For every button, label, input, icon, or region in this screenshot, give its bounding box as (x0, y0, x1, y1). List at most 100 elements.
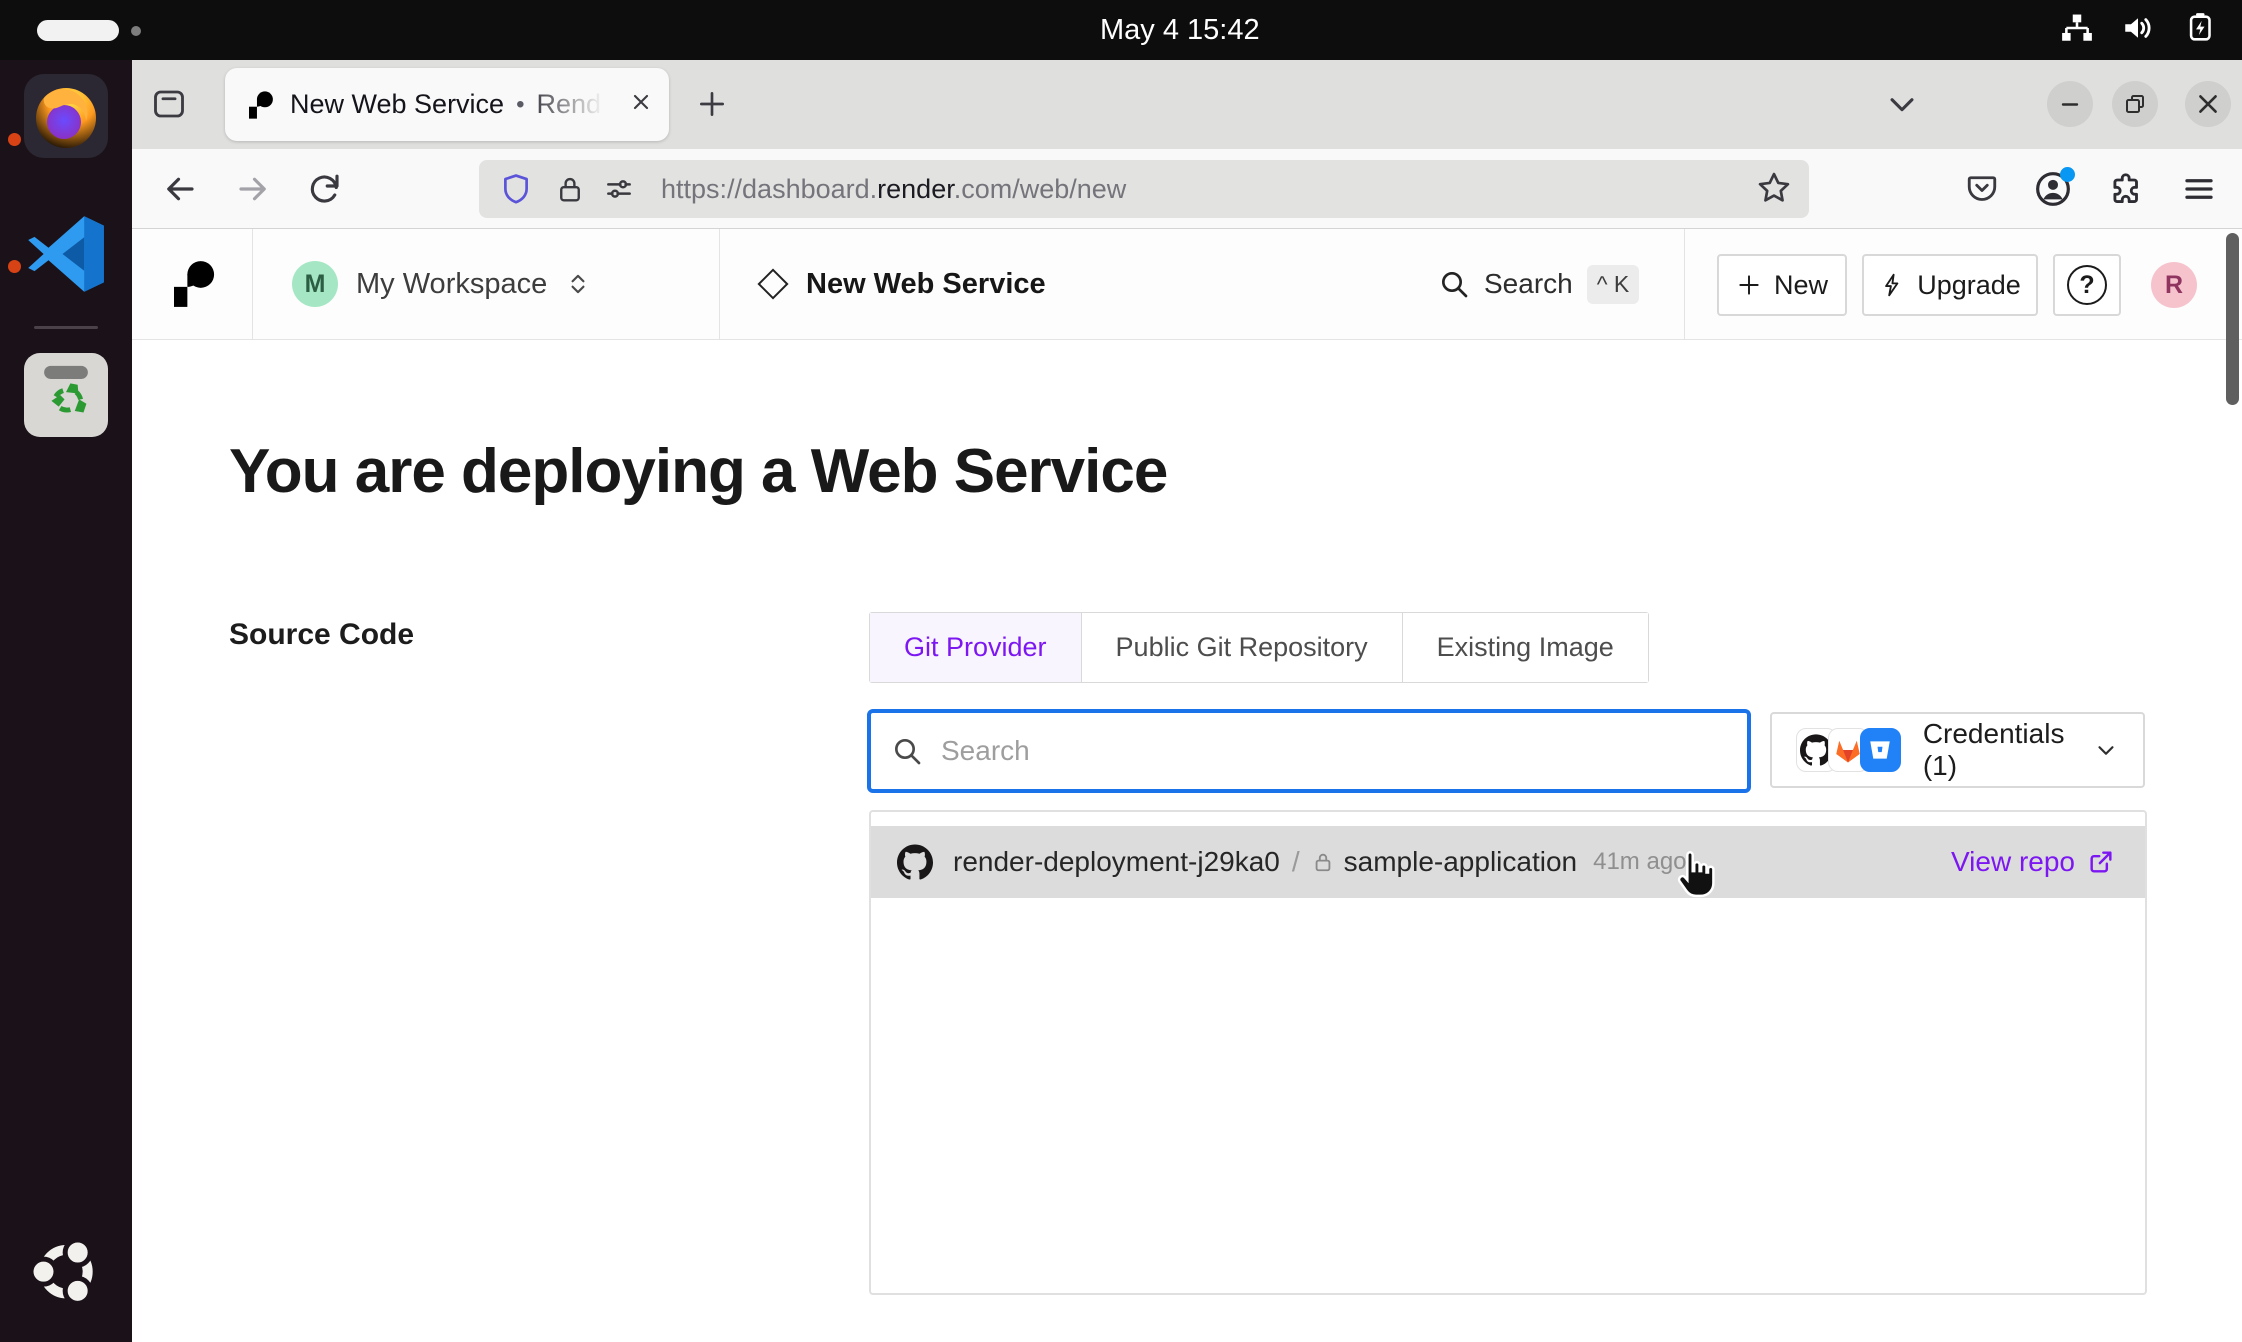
firefox-icon (30, 80, 102, 152)
battery-icon[interactable] (2182, 11, 2220, 50)
reload-button[interactable] (305, 169, 345, 209)
repo-name: sample-application (1344, 846, 1577, 878)
private-lock-icon (1312, 850, 1334, 874)
tab-public-git-repository[interactable]: Public Git Repository (1082, 613, 1403, 682)
search-icon (891, 735, 923, 767)
dock-divider (34, 326, 98, 329)
ubuntu-show-apps[interactable] (26, 1228, 106, 1317)
vscode-dock-item[interactable] (24, 212, 108, 296)
search-shortcut: ^ K (1587, 265, 1640, 304)
repo-search-box[interactable] (867, 709, 1751, 793)
app-header: M My Workspace New Web Service Search ^ … (132, 229, 2242, 340)
bitbucket-icon (1867, 737, 1893, 763)
search-icon (1438, 268, 1470, 300)
tab-git-provider[interactable]: Git Provider (870, 613, 1082, 682)
plus-icon (1736, 272, 1762, 298)
tab-existing-image[interactable]: Existing Image (1403, 613, 1648, 682)
unfold-chevrons-icon (565, 269, 591, 299)
bookmark-star-icon[interactable] (1755, 169, 1793, 212)
page-title-group: New Web Service (762, 229, 1046, 339)
upgrade-button-label: Upgrade (1917, 270, 2021, 301)
window-close-button[interactable] (2185, 81, 2231, 127)
ubuntu-logo-icon (26, 1228, 106, 1312)
new-tab-button[interactable] (692, 84, 732, 124)
tab-title-separator: • (516, 91, 524, 119)
url-text[interactable]: https://dashboard.render.com/web/new (661, 174, 1126, 205)
external-link-icon (2087, 848, 2115, 876)
repo-owner: render-deployment-j29ka0 (953, 846, 1280, 878)
trash-icon (31, 360, 101, 430)
credentials-label: Credentials (1) (1923, 718, 2093, 782)
back-button[interactable] (160, 169, 200, 209)
workspace-dot (131, 26, 141, 36)
header-divider (1684, 229, 1685, 339)
firefox-dock-item[interactable] (24, 74, 108, 158)
menu-hamburger-icon[interactable] (2179, 169, 2219, 209)
help-button[interactable]: ? (2053, 254, 2121, 316)
repo-list-panel: render-deployment-j29ka0 / sample-applic… (869, 810, 2147, 1295)
mouse-cursor-hand (1672, 849, 1718, 904)
vscode-icon (24, 212, 108, 296)
workspace-avatar: M (292, 261, 338, 307)
tab-list-chevron-icon[interactable] (1882, 84, 1922, 124)
repo-row[interactable]: render-deployment-j29ka0 / sample-applic… (871, 826, 2145, 898)
trash-dock-item[interactable] (24, 353, 108, 437)
header-divider (252, 229, 253, 339)
workspace-name: My Workspace (356, 268, 547, 301)
new-button[interactable]: New (1717, 254, 1847, 316)
lock-icon[interactable] (555, 173, 585, 205)
render-favicon (249, 91, 274, 119)
system-clock[interactable]: May 4 15:42 (1100, 0, 1260, 60)
window-minimize-button[interactable] (2047, 81, 2093, 127)
deploy-page: You are deploying a Web Service Source C… (132, 340, 2242, 1342)
header-divider (719, 229, 720, 339)
tab-title-suffix: Rend (536, 89, 612, 120)
browser-tab[interactable]: New Web Service • Rend (225, 68, 669, 141)
url-bar[interactable]: https://dashboard.render.com/web/new (479, 160, 1809, 218)
credentials-dropdown[interactable]: Credentials (1) (1770, 712, 2145, 788)
gitlab-icon (1833, 735, 1863, 765)
workspace-switcher[interactable]: M My Workspace (292, 229, 591, 339)
firefox-running-dot (8, 133, 21, 146)
source-tabs: Git Provider Public Git Repository Exist… (869, 612, 1649, 683)
scrollbar-thumb[interactable] (2226, 233, 2239, 405)
vscode-running-dot (8, 260, 21, 273)
render-logo[interactable] (174, 260, 216, 313)
chevron-down-icon (2093, 736, 2119, 764)
account-notification-dot (2060, 167, 2075, 182)
user-avatar[interactable]: R (2151, 262, 2197, 308)
network-icon[interactable] (2060, 11, 2094, 50)
tab-close-icon[interactable] (629, 90, 653, 119)
browser-toolbar: https://dashboard.render.com/web/new (132, 149, 2242, 229)
repo-search-input[interactable] (941, 735, 1641, 767)
source-code-label: Source Code (229, 618, 414, 652)
permissions-icon[interactable] (603, 173, 635, 205)
bitbucket-credential-badge (1860, 728, 1901, 772)
new-button-label: New (1774, 270, 1828, 301)
repo-separator: / (1292, 846, 1300, 878)
lightning-icon (1879, 271, 1905, 299)
tracking-shield-icon[interactable] (499, 172, 533, 206)
question-mark-icon: ? (2067, 265, 2107, 305)
firefox-view-button[interactable] (149, 84, 189, 124)
pocket-icon[interactable] (1962, 169, 2002, 209)
browser-window: New Web Service • Rend (132, 60, 2242, 1342)
tab-title: New Web Service (290, 89, 504, 120)
page-title: New Web Service (806, 268, 1046, 301)
global-search[interactable]: Search ^ K (1438, 229, 1639, 339)
window-maximize-button[interactable] (2112, 81, 2158, 127)
activities-indicator[interactable] (37, 20, 119, 41)
view-repo-link[interactable]: View repo (1951, 846, 2115, 878)
search-label: Search (1484, 268, 1573, 300)
page-heading: You are deploying a Web Service (229, 436, 1167, 507)
github-icon (897, 844, 933, 880)
upgrade-button[interactable]: Upgrade (1862, 254, 2038, 316)
page-content: M My Workspace New Web Service Search ^ … (132, 229, 2242, 1342)
extensions-icon[interactable] (2106, 169, 2146, 209)
view-repo-label: View repo (1951, 846, 2075, 878)
forward-button[interactable] (233, 169, 273, 209)
volume-icon[interactable] (2120, 10, 2156, 51)
service-diamond-icon (757, 268, 788, 299)
account-icon[interactable] (2033, 169, 2073, 209)
system-top-bar: May 4 15:42 (0, 0, 2242, 60)
